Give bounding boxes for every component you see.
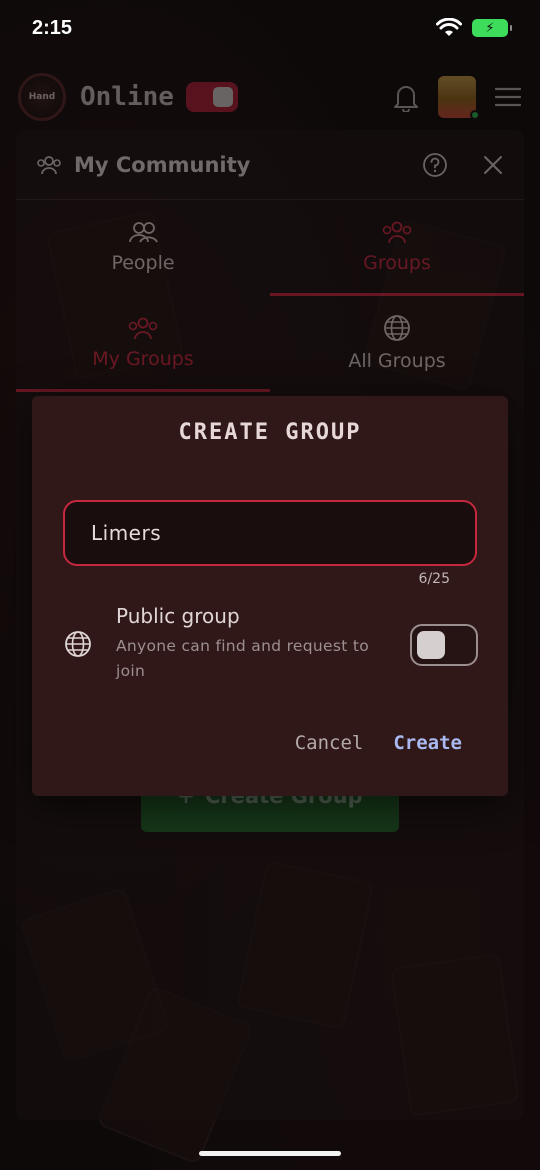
cancel-button[interactable]: Cancel [295,732,364,754]
home-indicator[interactable] [199,1151,341,1156]
battery-icon: ⚡ [472,19,512,37]
public-group-description: Anyone can find and request to join [116,637,369,680]
wifi-icon [436,18,462,36]
character-counter: 6/25 [418,571,450,587]
create-button[interactable]: Create [393,732,462,754]
status-bar: 2:15 ⚡ [0,0,540,56]
dialog-title: CREATE GROUP [178,420,362,445]
globe-icon [65,631,91,657]
dialog-actions: Cancel Create [295,732,462,754]
public-globe-wrapper [64,630,92,662]
public-group-text: Public group Anyone can find and request… [116,604,386,684]
charging-bolt-icon: ⚡ [485,20,495,36]
switch-knob [417,631,445,659]
status-icons: ⚡ [436,18,512,38]
group-name-input[interactable] [91,521,449,545]
status-time: 2:15 [32,16,73,39]
public-group-switch[interactable] [410,624,478,666]
group-name-field[interactable] [63,500,477,566]
public-group-row: Public group Anyone can find and request… [64,604,478,684]
public-group-title: Public group [116,604,240,628]
create-group-dialog: CREATE GROUP 6/25 Public group Anyone ca… [32,396,508,796]
